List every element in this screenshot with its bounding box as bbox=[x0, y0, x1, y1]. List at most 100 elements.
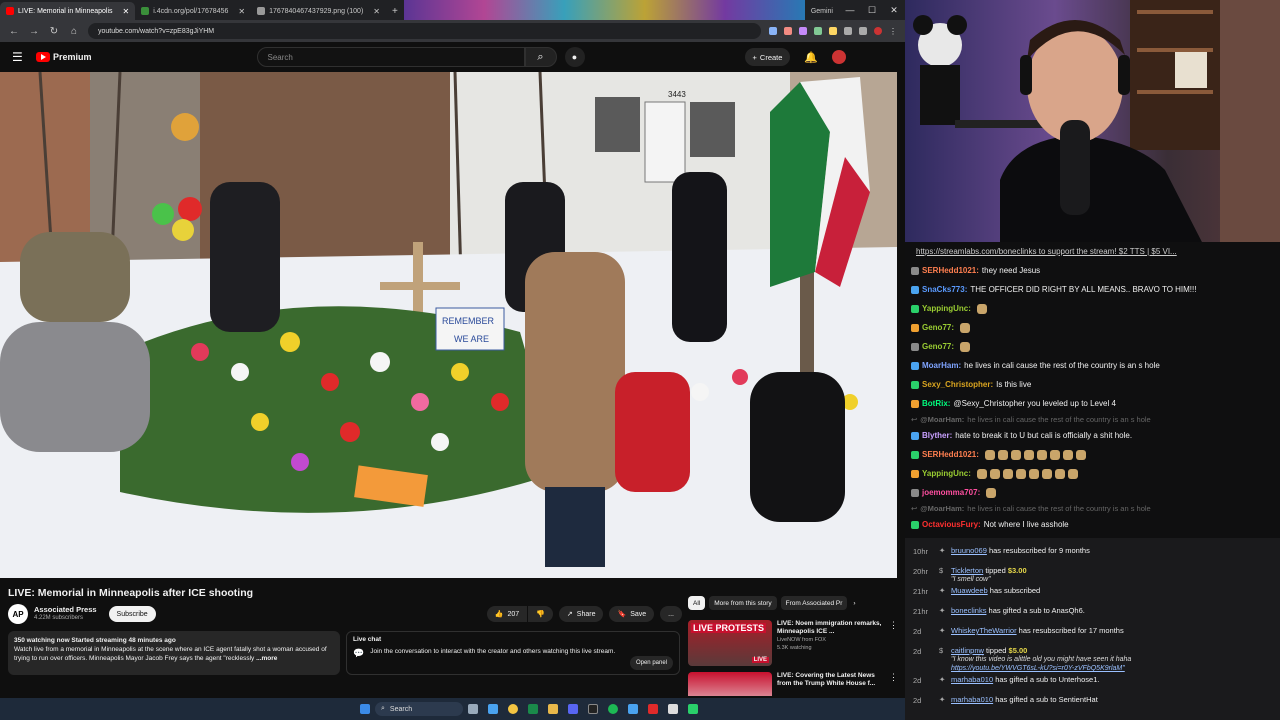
channel-name[interactable]: Associated Press bbox=[34, 605, 97, 614]
event-body: boneclinks has gifted a sub to AnasQh6. bbox=[951, 604, 1280, 615]
chat-username[interactable]: SnaCks773: bbox=[922, 285, 967, 294]
windows-taskbar: ⌕ Search bbox=[0, 698, 905, 720]
chip-all[interactable]: All bbox=[688, 596, 706, 610]
close-tab-icon[interactable]: ✕ bbox=[238, 7, 245, 16]
chat-username[interactable]: BotRix: bbox=[922, 399, 950, 408]
kebab-menu-icon[interactable]: ⋮ bbox=[889, 620, 898, 666]
event-username[interactable]: bruuno069 bbox=[951, 546, 987, 555]
profile-avatar[interactable] bbox=[874, 27, 882, 35]
chat-username[interactable]: MoarHam: bbox=[922, 361, 961, 370]
chat-username[interactable]: @MoarHam: bbox=[920, 504, 964, 513]
chevron-right-icon[interactable]: › bbox=[851, 596, 857, 610]
share-button[interactable]: ↗ Share bbox=[558, 606, 604, 622]
create-button[interactable]: + Create bbox=[744, 48, 791, 66]
youtube-logo[interactable]: Premium bbox=[36, 52, 92, 62]
chat-username[interactable]: OctaviousFury: bbox=[922, 520, 981, 529]
event-username[interactable]: marhaba010 bbox=[951, 695, 993, 704]
tip-link[interactable]: https://youtu.be/YWVGT6sL-kU?si=r0Y-zVFb… bbox=[951, 664, 1280, 673]
close-tab-icon[interactable]: ✕ bbox=[373, 7, 380, 16]
event-body: marhaba010 has gifted a sub to Unterhose… bbox=[951, 673, 1280, 684]
recommended-video[interactable]: LIVE: Covering the Latest News from the … bbox=[688, 672, 898, 696]
task-view-icon[interactable] bbox=[468, 704, 478, 714]
chat-username[interactable]: Sexy_Christopher: bbox=[922, 380, 993, 389]
event-username[interactable]: Muawdeeb bbox=[951, 586, 988, 595]
back-icon[interactable]: ← bbox=[8, 26, 20, 37]
windows-start-icon[interactable] bbox=[360, 704, 370, 714]
extension-icon[interactable] bbox=[814, 27, 822, 35]
extension-icon[interactable] bbox=[769, 27, 777, 35]
save-button[interactable]: 🔖 Save bbox=[609, 606, 655, 622]
subscription-icon: ✦ bbox=[939, 546, 946, 555]
app-icon[interactable] bbox=[628, 704, 638, 714]
new-tab-button[interactable]: + bbox=[386, 2, 404, 20]
voice-search-icon[interactable]: ● bbox=[564, 47, 585, 67]
edge-icon[interactable] bbox=[488, 704, 498, 714]
event-username[interactable]: caitlinpnw bbox=[951, 646, 984, 655]
recommended-video[interactable]: LIVE PROTESTS LIVE LIVE: Noem immigratio… bbox=[688, 620, 898, 666]
chat-username[interactable]: YappingUnc: bbox=[922, 469, 971, 478]
browser-menu-icon[interactable]: ⋮ bbox=[889, 27, 897, 36]
like-button[interactable]: 👍 207 bbox=[486, 606, 528, 622]
chat-username[interactable]: YappingUnc: bbox=[922, 304, 971, 313]
video-player[interactable]: 3443 REMEMBER WE ARE bbox=[0, 72, 897, 578]
chat-username[interactable]: Geno77: bbox=[922, 342, 954, 351]
gemini-button[interactable]: Gemini bbox=[805, 2, 839, 20]
obs-icon[interactable] bbox=[588, 704, 598, 714]
extension-icon[interactable] bbox=[799, 27, 807, 35]
chat-username[interactable]: @MoarHam: bbox=[920, 415, 964, 424]
chat-message: SnaCks773: THE OFFICER DID RIGHT BY ALL M… bbox=[911, 280, 1280, 299]
discord-icon[interactable] bbox=[568, 704, 578, 714]
open-panel-button[interactable]: Open panel bbox=[629, 656, 673, 670]
reload-icon[interactable]: ↻ bbox=[48, 26, 60, 37]
app-icon[interactable] bbox=[528, 704, 538, 714]
extension-icon[interactable] bbox=[829, 27, 837, 35]
event-username[interactable]: WhiskeyTheWarrior bbox=[951, 626, 1017, 635]
chat-username[interactable]: SERHedd1021: bbox=[922, 266, 979, 275]
taskbar-search[interactable]: ⌕ Search bbox=[375, 702, 463, 716]
hamburger-menu-icon[interactable]: ☰ bbox=[12, 50, 26, 64]
chat-username[interactable]: Geno77: bbox=[922, 323, 954, 332]
spotify-icon[interactable] bbox=[608, 704, 618, 714]
search-input[interactable]: Search bbox=[256, 47, 525, 67]
chrome-icon[interactable] bbox=[508, 704, 518, 714]
url-field[interactable]: youtube.com/watch?v=zpE83gJiYHM bbox=[88, 23, 761, 39]
chip-more-from-story[interactable]: More from this story bbox=[709, 596, 777, 610]
extension-icon[interactable] bbox=[784, 27, 792, 35]
extension-icon[interactable] bbox=[859, 27, 867, 35]
event-username[interactable]: marhaba010 bbox=[951, 675, 993, 684]
account-avatar[interactable] bbox=[832, 50, 847, 64]
chat-message: BotRix: @Sexy_Christopher you leveled up … bbox=[911, 394, 1280, 413]
maximize-icon[interactable]: ☐ bbox=[861, 5, 883, 16]
app-icon[interactable] bbox=[648, 704, 658, 714]
notifications-bell-icon[interactable]: 🔔 bbox=[804, 51, 818, 64]
video-description[interactable]: 350 watching now Started streaming 48 mi… bbox=[8, 631, 340, 675]
event-username[interactable]: Ticklerton bbox=[951, 566, 983, 575]
chat-username[interactable]: Blyther: bbox=[922, 431, 952, 440]
chat-message: SERHedd1021: bbox=[911, 445, 1280, 464]
tip-icon: $ bbox=[939, 646, 944, 655]
browser-tab-4cdn[interactable]: i.4cdn.org/pol/17678456 ✕ bbox=[135, 2, 251, 20]
extension-icon[interactable] bbox=[844, 27, 852, 35]
minimize-icon[interactable]: — bbox=[839, 5, 861, 15]
search-button[interactable]: ⌕ bbox=[524, 47, 557, 67]
more-actions-button[interactable]: ... bbox=[660, 606, 682, 622]
file-explorer-icon[interactable] bbox=[548, 704, 558, 714]
subscribe-button[interactable]: Subscribe bbox=[108, 606, 156, 622]
browser-tab-image[interactable]: 1767840467437929.png (100) ✕ bbox=[251, 2, 386, 20]
browser-tab-youtube[interactable]: LIVE: Memorial in Minneapolis ✕ bbox=[0, 2, 136, 20]
kebab-menu-icon[interactable]: ⋮ bbox=[889, 672, 898, 696]
channel-avatar[interactable]: AP bbox=[8, 604, 28, 624]
chat-username[interactable]: SERHedd1021: bbox=[922, 450, 979, 459]
chip-from-associated-press[interactable]: From Associated Pr bbox=[780, 596, 848, 610]
chat-username[interactable]: joemomma707: bbox=[922, 488, 980, 497]
forward-icon[interactable]: → bbox=[28, 26, 40, 37]
description-more-link[interactable]: ...more bbox=[256, 655, 277, 662]
home-icon[interactable]: ⌂ bbox=[68, 26, 80, 37]
dislike-button[interactable]: 👎 bbox=[528, 606, 553, 622]
close-window-icon[interactable]: ✕ bbox=[883, 5, 905, 16]
event-username[interactable]: boneclinks bbox=[951, 606, 986, 615]
chat-emote-icon bbox=[1054, 468, 1065, 479]
app-icon[interactable] bbox=[668, 704, 678, 714]
close-tab-icon[interactable]: ✕ bbox=[123, 7, 130, 16]
app-icon[interactable] bbox=[688, 704, 698, 714]
